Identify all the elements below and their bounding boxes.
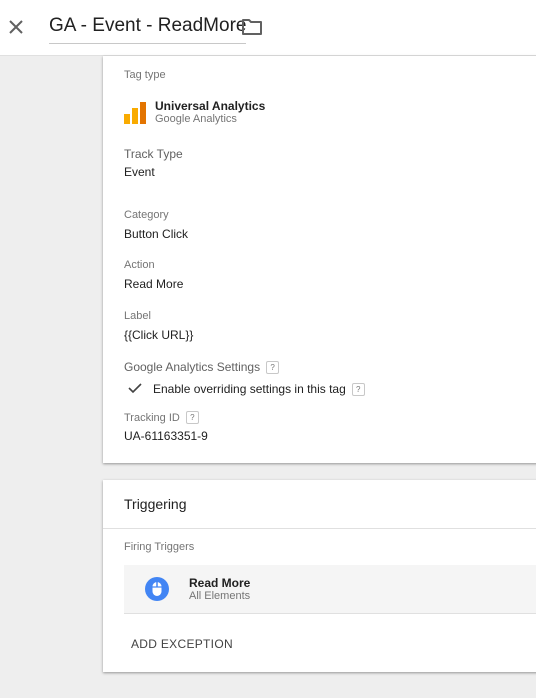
tag-type-vendor: Google Analytics <box>155 113 237 125</box>
checkmark-icon[interactable] <box>128 382 142 394</box>
tracking-id-label: Tracking ID <box>124 412 180 424</box>
tracking-id-value: UA-61163351-9 <box>124 429 208 443</box>
ga-settings-label: Google Analytics Settings <box>124 360 261 374</box>
track-type-label: Track Type <box>124 147 183 161</box>
top-bar: GA - Event - ReadMore <box>0 0 536 56</box>
trigger-item[interactable]: Read More All Elements <box>124 565 536 614</box>
category-label: Category <box>124 209 169 221</box>
track-type-value: Event <box>124 165 155 179</box>
override-settings-label: Enable overriding settings in this tag <box>153 382 346 396</box>
tag-type-label: Tag type <box>124 69 166 81</box>
trigger-type: All Elements <box>189 590 251 602</box>
tracking-id-section: Tracking ID? <box>124 411 199 425</box>
divider <box>103 528 536 529</box>
firing-triggers-label: Firing Triggers <box>124 541 195 553</box>
ga-settings-section: Google Analytics Settings? <box>124 360 280 375</box>
action-label: Action <box>124 259 155 271</box>
triggering-title: Triggering <box>124 496 187 512</box>
label-field-label: Label <box>124 310 151 322</box>
label-field-value: {{Click URL}} <box>124 328 194 342</box>
close-icon[interactable] <box>4 15 28 39</box>
triggering-card: Triggering Firing Triggers Read More All… <box>103 480 536 672</box>
tag-type-name: Universal Analytics <box>155 99 266 113</box>
help-icon[interactable]: ? <box>266 361 280 374</box>
help-icon[interactable]: ? <box>185 411 199 424</box>
universal-analytics-logo-icon <box>124 102 146 124</box>
help-icon[interactable]: ? <box>351 383 365 396</box>
mouse-icon <box>145 577 169 601</box>
category-value: Button Click <box>124 227 189 241</box>
tag-configuration-card[interactable]: Tag type Universal Analytics Google Anal… <box>103 56 536 463</box>
action-value: Read More <box>124 277 184 291</box>
folder-icon[interactable] <box>241 17 263 37</box>
trigger-name: Read More <box>189 576 251 590</box>
override-settings-option[interactable]: Enable overriding settings in this tag? <box>153 382 365 397</box>
add-exception-button[interactable]: ADD EXCEPTION <box>131 637 233 652</box>
tag-title[interactable]: GA - Event - ReadMore <box>49 14 247 44</box>
